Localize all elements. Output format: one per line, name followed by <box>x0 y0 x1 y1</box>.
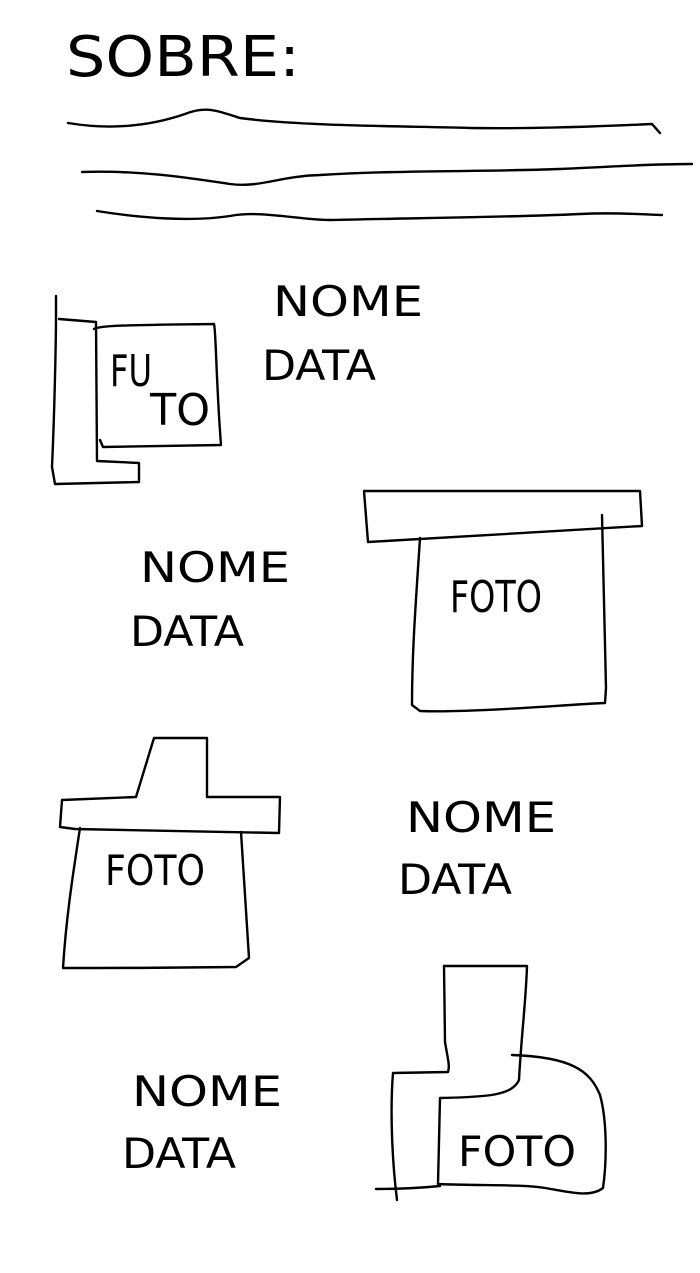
entry-date: DATA <box>262 341 376 390</box>
entry-name: NOME <box>140 543 290 592</box>
entry-card-1[interactable]: FU TO NOME DATA <box>50 277 423 486</box>
about-section: SOBRE: <box>66 25 694 222</box>
photo-placeholder: FOTO <box>374 964 607 1202</box>
entry-date: DATA <box>130 607 244 656</box>
sketch-canvas: SOBRE: FU TO NOME DATA NOME DATA FOTO FO… <box>50 25 694 1202</box>
about-text-line-3 <box>95 209 664 222</box>
photo-label-part-2: TO <box>149 385 210 436</box>
entry-date: DATA <box>398 855 512 904</box>
photo-placeholder: FOTO <box>362 489 644 713</box>
photo-label: FOTO <box>458 1127 576 1176</box>
entry-card-4[interactable]: NOME DATA FOTO <box>122 964 607 1202</box>
about-text-line-2 <box>80 162 694 186</box>
about-title: SOBRE: <box>66 25 300 90</box>
entry-card-3[interactable]: FOTO NOME DATA <box>58 736 556 970</box>
entry-date: DATA <box>122 1129 236 1178</box>
photo-label: FOTO <box>450 572 542 623</box>
entry-name: NOME <box>406 793 556 842</box>
entry-name: NOME <box>132 1067 282 1116</box>
photo-label-part-1: FU <box>110 346 152 397</box>
photo-placeholder: FU TO <box>50 294 223 486</box>
entry-name: NOME <box>273 277 423 326</box>
entry-card-2[interactable]: NOME DATA FOTO <box>130 489 644 713</box>
about-text-line-1 <box>66 108 662 135</box>
photo-placeholder: FOTO <box>58 736 282 970</box>
photo-label: FOTO <box>105 846 205 895</box>
